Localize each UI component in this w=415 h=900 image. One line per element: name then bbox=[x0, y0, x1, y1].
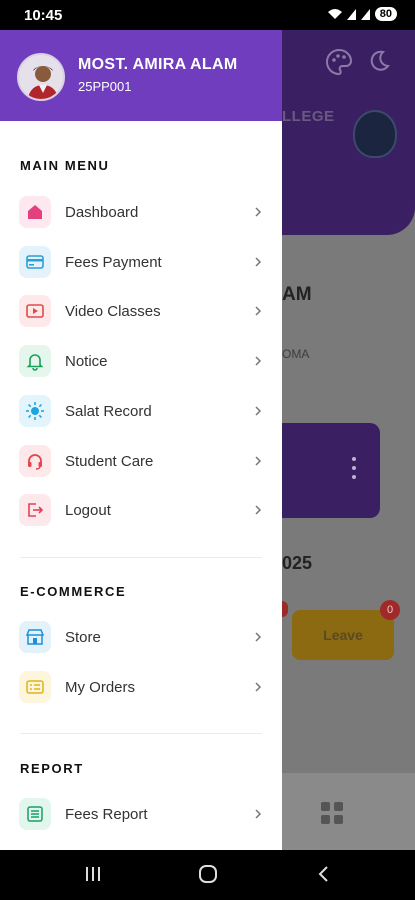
menu-item-label: Logout bbox=[65, 501, 111, 519]
bell-icon bbox=[19, 345, 51, 377]
video-play-icon bbox=[19, 295, 51, 327]
profile-header[interactable]: MOST. AMIRA ALAM 25PP001 bbox=[0, 30, 282, 121]
menu-item-salat-record[interactable]: Salat Record bbox=[0, 391, 282, 431]
chevron-right-icon bbox=[255, 809, 262, 819]
menu-item-label: Student Care bbox=[65, 452, 154, 470]
report-title: REPORT bbox=[20, 761, 84, 776]
sun-icon bbox=[19, 395, 51, 427]
divider bbox=[20, 557, 262, 558]
navigation-drawer: MOST. AMIRA ALAM 25PP001 MAIN MENU Dashb… bbox=[0, 30, 282, 850]
grid-icon bbox=[321, 802, 343, 824]
background-subtext: OMA bbox=[282, 347, 310, 361]
logout-icon bbox=[19, 494, 51, 526]
battery-indicator: 80 bbox=[374, 7, 397, 21]
menu-item-my-orders[interactable]: My Orders bbox=[0, 667, 282, 707]
profile-id: 25PP001 bbox=[78, 79, 132, 94]
chevron-right-icon bbox=[255, 207, 262, 217]
avatar bbox=[17, 53, 65, 101]
headset-icon bbox=[19, 445, 51, 477]
status-time: 10:45 bbox=[24, 7, 63, 24]
background-year: 025 bbox=[282, 553, 313, 573]
signal-icon bbox=[346, 8, 356, 20]
chevron-right-icon bbox=[255, 456, 262, 466]
menu-item-label: Fees Report bbox=[65, 805, 148, 823]
background-student-name: AM bbox=[282, 284, 312, 305]
divider bbox=[20, 733, 262, 734]
palette-icon bbox=[326, 48, 353, 76]
recent-apps-icon[interactable] bbox=[84, 864, 102, 884]
home-icon bbox=[19, 196, 51, 228]
credit-card-icon bbox=[19, 246, 51, 278]
menu-item-label: Store bbox=[65, 628, 101, 646]
wifi-icon bbox=[327, 9, 342, 19]
chevron-right-icon bbox=[255, 682, 262, 692]
home-nav-icon[interactable] bbox=[198, 864, 218, 884]
leave-count-badge: 0 bbox=[380, 600, 400, 620]
signal-icon-2 bbox=[360, 8, 370, 20]
status-bar: 10:45 80 bbox=[0, 0, 415, 30]
menu-item-label: My Orders bbox=[65, 678, 136, 696]
report-icon bbox=[19, 798, 51, 830]
ecommerce-title: E-COMMERCE bbox=[20, 584, 127, 599]
menu-item-notice[interactable]: Notice bbox=[0, 341, 282, 381]
main-menu-title: MAIN MENU bbox=[20, 158, 110, 173]
moon-icon bbox=[370, 50, 390, 71]
leave-button: Leave bbox=[292, 610, 394, 660]
background-college-text: LLEGE bbox=[282, 108, 335, 125]
more-options-icon bbox=[352, 457, 356, 484]
student-photo-icon bbox=[19, 55, 63, 99]
chevron-right-icon bbox=[255, 257, 262, 267]
store-icon bbox=[19, 621, 51, 653]
menu-item-label: Notice bbox=[65, 352, 108, 370]
chevron-right-icon bbox=[255, 306, 262, 316]
chevron-right-icon bbox=[255, 356, 262, 366]
menu-item-label: Video Classes bbox=[65, 302, 161, 320]
college-logo bbox=[353, 110, 397, 158]
menu-item-logout[interactable]: Logout bbox=[0, 490, 282, 530]
chevron-right-icon bbox=[255, 505, 262, 515]
orders-icon bbox=[19, 671, 51, 703]
system-navigation-bar bbox=[0, 850, 415, 900]
chevron-right-icon bbox=[255, 406, 262, 416]
back-icon[interactable] bbox=[316, 864, 332, 884]
menu-item-dashboard[interactable]: Dashboard bbox=[0, 192, 282, 232]
menu-item-label: Dashboard bbox=[65, 203, 139, 221]
menu-item-label: Salat Record bbox=[65, 402, 152, 420]
menu-item-fees-report[interactable]: Fees Report bbox=[0, 794, 282, 834]
menu-item-fees-payment[interactable]: Fees Payment bbox=[0, 242, 282, 282]
chevron-right-icon bbox=[255, 632, 262, 642]
menu-item-student-care[interactable]: Student Care bbox=[0, 441, 282, 481]
menu-item-store[interactable]: Store bbox=[0, 617, 282, 657]
status-icons: 80 bbox=[327, 7, 397, 21]
menu-item-video-classes[interactable]: Video Classes bbox=[0, 291, 282, 331]
profile-name: MOST. AMIRA ALAM bbox=[78, 56, 238, 73]
menu-item-label: Fees Payment bbox=[65, 253, 162, 271]
